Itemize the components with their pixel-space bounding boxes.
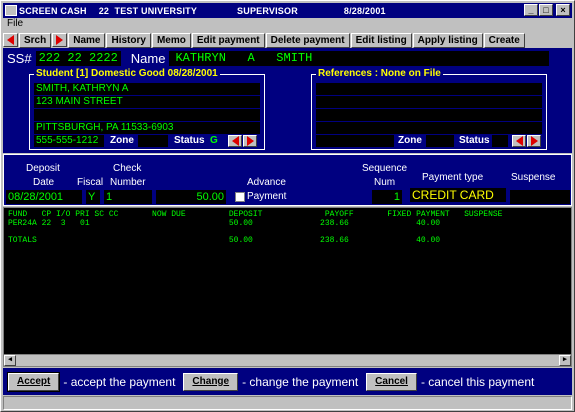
reference-line-1[interactable] <box>316 83 542 95</box>
status-value: G <box>210 135 218 146</box>
sequence-header: Sequence <box>362 163 408 174</box>
memo-button[interactable]: Memo <box>151 32 191 48</box>
name-field[interactable]: KATHRYN A SMITH <box>169 51 550 66</box>
fiscal-header: Fiscal <box>77 177 104 188</box>
accept-button[interactable]: Accept <box>6 371 61 392</box>
sequence-num-field[interactable]: 1 <box>372 190 402 204</box>
apply-listing-button[interactable]: Apply listing <box>412 32 483 48</box>
amount-field[interactable]: 50.00 <box>156 190 226 204</box>
reference-line-2[interactable] <box>316 96 542 108</box>
number-header: Number <box>110 177 146 188</box>
fiscal-field[interactable]: Y <box>86 190 100 204</box>
student-prev-arrow-icon[interactable] <box>228 135 242 147</box>
deposit-header: Deposit <box>26 163 60 174</box>
reference-prev-arrow-icon[interactable] <box>512 135 526 147</box>
student-panel: SS# 222 22 2222 Name KATHRYN A SMITH Stu… <box>3 48 572 153</box>
phone-field[interactable]: 555-555-1212 <box>34 135 104 147</box>
grid-row[interactable]: PER24A 22 3 01 50.00 238.66 40.00 <box>8 219 440 228</box>
reference-line-3[interactable] <box>316 109 542 121</box>
suspense-header: Suspense <box>511 172 556 183</box>
reference-zone-label: Zone <box>398 135 422 146</box>
advance-payment-checkbox[interactable] <box>235 192 245 202</box>
change-button[interactable]: Change <box>183 372 239 391</box>
close-button[interactable]: × <box>556 4 570 16</box>
history-button[interactable]: History <box>106 32 151 48</box>
action-bar: Accept - accept the payment Change - cha… <box>3 368 572 395</box>
accept-text: - accept the payment <box>63 374 176 389</box>
edit-payment-button[interactable]: Edit payment <box>191 32 265 48</box>
title-bar: SCREEN CASH 22 TEST UNIVERSITY SUPERVISO… <box>3 3 572 18</box>
next-arrow-icon[interactable] <box>52 33 68 47</box>
address-line-1[interactable]: SMITH, KATHRYN A <box>34 83 260 95</box>
create-button[interactable]: Create <box>483 32 525 48</box>
date-header: Date <box>33 177 55 188</box>
payment-grid[interactable]: FUND CP I/O PRI SC CC NOW DUE DEPOSIT PA… <box>3 207 572 367</box>
horizontal-scrollbar[interactable]: ◀ ▶ <box>4 354 571 366</box>
student-group: Student [1] Domestic Good 08/28/2001 SMI… <box>29 68 265 150</box>
title-institution: 22 TEST UNIVERSITY <box>98 5 198 16</box>
reference-status-label: Status <box>459 135 490 146</box>
reference-zone-field[interactable] <box>426 135 454 147</box>
num-header: Num <box>374 177 396 188</box>
cancel-button[interactable]: Cancel <box>366 372 417 391</box>
scroll-left-icon[interactable]: ◀ <box>4 355 16 366</box>
grid-header: FUND CP I/O PRI SC CC NOW DUE DEPOSIT PA… <box>8 210 503 219</box>
edit-listing-button[interactable]: Edit listing <box>350 32 412 48</box>
deposit-date-field[interactable]: 08/28/2001 <box>6 190 82 204</box>
name-button[interactable]: Name <box>68 32 106 48</box>
status-bar <box>3 396 572 410</box>
prev-arrow-icon[interactable] <box>3 33 18 47</box>
payment-panel: Deposit Date Fiscal Check Number Advance… <box>3 154 572 206</box>
menu-file[interactable]: File <box>7 18 23 29</box>
title-role: SUPERVISOR <box>237 5 298 16</box>
zone-label: Zone <box>110 135 134 146</box>
cancel-text: - cancel this payment <box>420 374 535 389</box>
app-window: SCREEN CASH 22 TEST UNIVERSITY SUPERVISO… <box>0 0 575 412</box>
zone-field[interactable] <box>138 135 168 147</box>
student-next-arrow-icon[interactable] <box>243 135 257 147</box>
toolbar: Srch Name History Memo Edit payment Dele… <box>3 32 572 48</box>
address-line-3[interactable] <box>34 109 260 121</box>
ss-field[interactable]: 222 22 2222 <box>35 51 121 66</box>
app-icon <box>5 5 17 16</box>
scroll-right-icon[interactable]: ▶ <box>559 355 571 366</box>
advance-header: Advance <box>247 177 286 188</box>
name-label: Name <box>130 51 166 66</box>
address-line-4[interactable]: PITTSBURGH, PA 11533-6903 <box>34 122 260 134</box>
payment-type-field[interactable]: CREDIT CARD <box>410 188 506 202</box>
address-line-2[interactable]: 123 MAIN STREET <box>34 96 260 108</box>
check-header: Check <box>113 163 142 174</box>
grid-totals-row: TOTALS 50.00 238.66 40.00 <box>8 236 441 245</box>
ss-label: SS# <box>7 51 32 66</box>
maximize-button[interactable]: □ <box>539 4 553 16</box>
reference-status-field[interactable] <box>492 135 508 147</box>
minimize-button[interactable]: _ <box>524 4 538 16</box>
check-number-field[interactable]: 1 <box>104 190 152 204</box>
search-button[interactable]: Srch <box>19 32 52 48</box>
payment-type-header: Payment type <box>422 172 484 183</box>
title-date: 8/28/2001 <box>343 5 386 16</box>
references-group: References : None on File Zone Status <box>311 68 547 150</box>
advance-payment-label: Payment <box>247 191 287 202</box>
change-text: - change the payment <box>242 374 359 389</box>
status-label: Status <box>174 135 205 146</box>
reference-next-arrow-icon[interactable] <box>527 135 541 147</box>
suspense-field[interactable] <box>510 190 570 204</box>
reference-line-4[interactable] <box>316 122 542 134</box>
references-group-title: References : None on File <box>316 68 443 79</box>
menu-bar: File <box>3 18 572 32</box>
title-app: SCREEN CASH <box>19 5 87 16</box>
reference-phone-field[interactable] <box>316 135 394 147</box>
student-group-title: Student [1] Domestic Good 08/28/2001 <box>34 68 220 79</box>
delete-payment-button[interactable]: Delete payment <box>265 32 350 48</box>
